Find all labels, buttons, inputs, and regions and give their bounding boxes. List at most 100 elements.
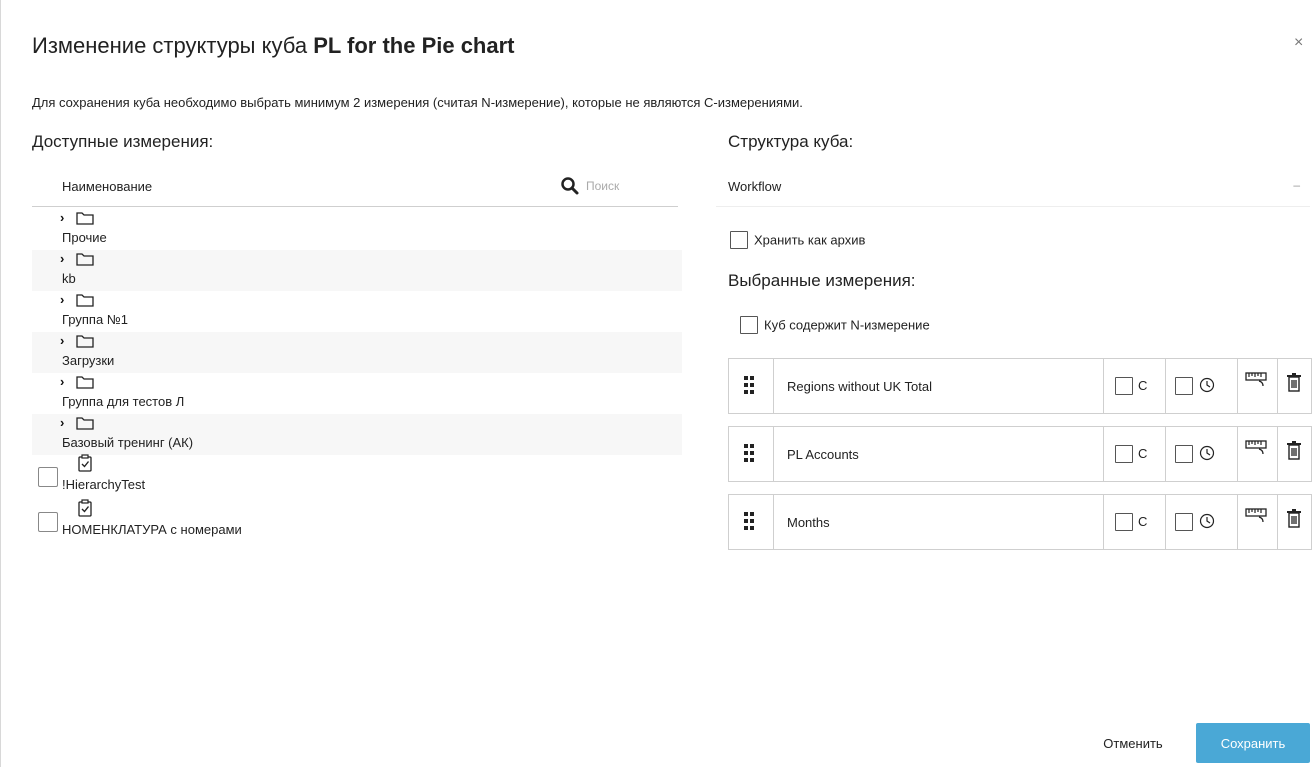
- chevron-right-icon[interactable]: ›: [60, 251, 64, 266]
- c-dimension-cell: C: [1103, 427, 1166, 481]
- c-dimension-checkbox[interactable]: [1115, 513, 1133, 531]
- time-cell: [1165, 495, 1238, 549]
- time-cell: [1165, 359, 1238, 413]
- clock-icon: [1199, 377, 1215, 393]
- folder-label: Базовый тренинг (АК): [62, 435, 194, 450]
- n-dimension-option[interactable]: Куб содержит N-измерение: [740, 316, 930, 334]
- drag-handle-cell[interactable]: [729, 427, 774, 481]
- folder-icon: [76, 417, 94, 430]
- save-button[interactable]: Сохранить: [1196, 723, 1310, 763]
- c-dimension-checkbox[interactable]: [1115, 377, 1133, 395]
- clipboard-check-icon: [78, 454, 92, 472]
- n-dimension-checkbox[interactable]: [740, 316, 758, 334]
- clock-icon: [1199, 513, 1215, 529]
- folder-label: Группа №1: [62, 312, 128, 327]
- folder-label: Загрузки: [62, 353, 115, 368]
- c-dimension-checkbox[interactable]: [1115, 445, 1133, 463]
- ruler-cell[interactable]: [1237, 495, 1278, 549]
- ruler-icon[interactable]: [1245, 371, 1267, 387]
- ruler-cell[interactable]: [1237, 359, 1278, 413]
- folder-label: Прочие: [62, 230, 107, 245]
- search-icon[interactable]: [560, 176, 580, 196]
- c-label: C: [1138, 378, 1148, 393]
- drag-handle-icon[interactable]: [743, 443, 755, 463]
- title-prefix: Изменение структуры куба: [32, 33, 308, 58]
- folder-icon: [76, 376, 94, 389]
- folder-label: Группа для тестов Л: [62, 394, 185, 409]
- dimension-checkbox[interactable]: [38, 512, 58, 532]
- tree-folder-row[interactable]: › Группа №1: [32, 291, 682, 332]
- dimension-label: !HierarchyTest: [62, 477, 146, 492]
- trash-icon[interactable]: [1286, 372, 1302, 392]
- dimension-label: НОМЕНКЛАТУРА с номерами: [62, 522, 242, 537]
- dimension-name-cell: PL Accounts: [773, 427, 1104, 481]
- available-table-header: Наименование: [32, 168, 680, 207]
- trash-icon[interactable]: [1286, 508, 1302, 528]
- cube-structure-heading: Структура куба:: [728, 132, 854, 151]
- drag-handle-icon[interactable]: [743, 511, 755, 531]
- tree-folder-row[interactable]: › Прочие: [32, 209, 682, 250]
- chevron-right-icon[interactable]: ›: [60, 415, 64, 430]
- drag-handle-icon[interactable]: [743, 375, 755, 395]
- dimension-name: Months: [787, 515, 830, 530]
- chevron-right-icon[interactable]: ›: [60, 374, 64, 389]
- tree-folder-row[interactable]: › kb: [32, 250, 682, 291]
- time-checkbox[interactable]: [1175, 513, 1193, 531]
- ruler-icon[interactable]: [1245, 507, 1267, 523]
- archive-option[interactable]: Хранить как архив: [730, 231, 865, 249]
- folder-label: kb: [62, 271, 76, 286]
- folder-icon: [76, 335, 94, 348]
- tree-folder-row[interactable]: › Группа для тестов Л: [32, 373, 682, 414]
- dimension-name: PL Accounts: [787, 447, 859, 462]
- c-label: C: [1138, 514, 1148, 529]
- cube-name: PL for the Pie chart: [313, 33, 515, 58]
- dimension-list-item: !HierarchyTest: [32, 454, 682, 498]
- search-input[interactable]: [584, 174, 680, 198]
- close-icon[interactable]: ×: [1294, 34, 1303, 52]
- folder-icon: [76, 212, 94, 225]
- workflow-value: Workflow: [728, 179, 782, 194]
- cancel-button[interactable]: Отменить: [1090, 725, 1176, 761]
- dimension-name-cell: Months: [773, 495, 1104, 549]
- delete-cell[interactable]: [1277, 427, 1311, 481]
- time-checkbox[interactable]: [1175, 377, 1193, 395]
- drag-handle-cell[interactable]: [729, 359, 774, 413]
- time-cell: [1165, 427, 1238, 481]
- tree-folder-row[interactable]: › Загрузки: [32, 332, 682, 373]
- n-dimension-label: Куб содержит N-измерение: [764, 317, 930, 333]
- chevron-right-icon[interactable]: ›: [60, 333, 64, 348]
- chevron-right-icon[interactable]: ›: [60, 210, 64, 225]
- dimension-list-item: НОМЕНКЛАТУРА с номерами: [32, 499, 682, 543]
- dialog-title: Изменение структуры куба PL for the Pie …: [32, 33, 515, 59]
- trash-icon[interactable]: [1286, 440, 1302, 460]
- ruler-icon[interactable]: [1245, 439, 1267, 455]
- workflow-select[interactable]: Workflow –: [716, 168, 1310, 207]
- available-dimensions-heading: Доступные измерения:: [32, 132, 214, 151]
- drag-handle-cell[interactable]: [729, 495, 774, 549]
- time-checkbox[interactable]: [1175, 445, 1193, 463]
- dimension-name-cell: Regions without UK Total: [773, 359, 1104, 413]
- c-dimension-cell: C: [1103, 495, 1166, 549]
- column-name-header: Наименование: [62, 179, 153, 194]
- selected-dimension-row: Months C: [728, 494, 1312, 550]
- dimension-name: Regions without UK Total: [787, 379, 933, 394]
- selected-dimensions-heading: Выбранные измерения:: [728, 271, 916, 290]
- selected-dimension-row: Regions without UK Total C: [728, 358, 1312, 414]
- delete-cell[interactable]: [1277, 359, 1311, 413]
- dimension-checkbox[interactable]: [38, 467, 58, 487]
- clock-icon: [1199, 445, 1215, 461]
- folder-icon: [76, 294, 94, 307]
- c-dimension-cell: C: [1103, 359, 1166, 413]
- ruler-cell[interactable]: [1237, 427, 1278, 481]
- chevron-right-icon[interactable]: ›: [60, 292, 64, 307]
- dropdown-arrow-icon[interactable]: –: [1293, 178, 1300, 192]
- c-label: C: [1138, 446, 1148, 461]
- info-message: Для сохранения куба необходимо выбрать м…: [32, 95, 803, 110]
- folder-icon: [76, 253, 94, 266]
- tree-folder-row[interactable]: › Базовый тренинг (АК): [32, 414, 682, 455]
- clipboard-check-icon: [78, 499, 92, 517]
- dialog-left-edge: [0, 0, 1, 767]
- delete-cell[interactable]: [1277, 495, 1311, 549]
- archive-checkbox[interactable]: [730, 231, 748, 249]
- selected-dimension-row: PL Accounts C: [728, 426, 1312, 482]
